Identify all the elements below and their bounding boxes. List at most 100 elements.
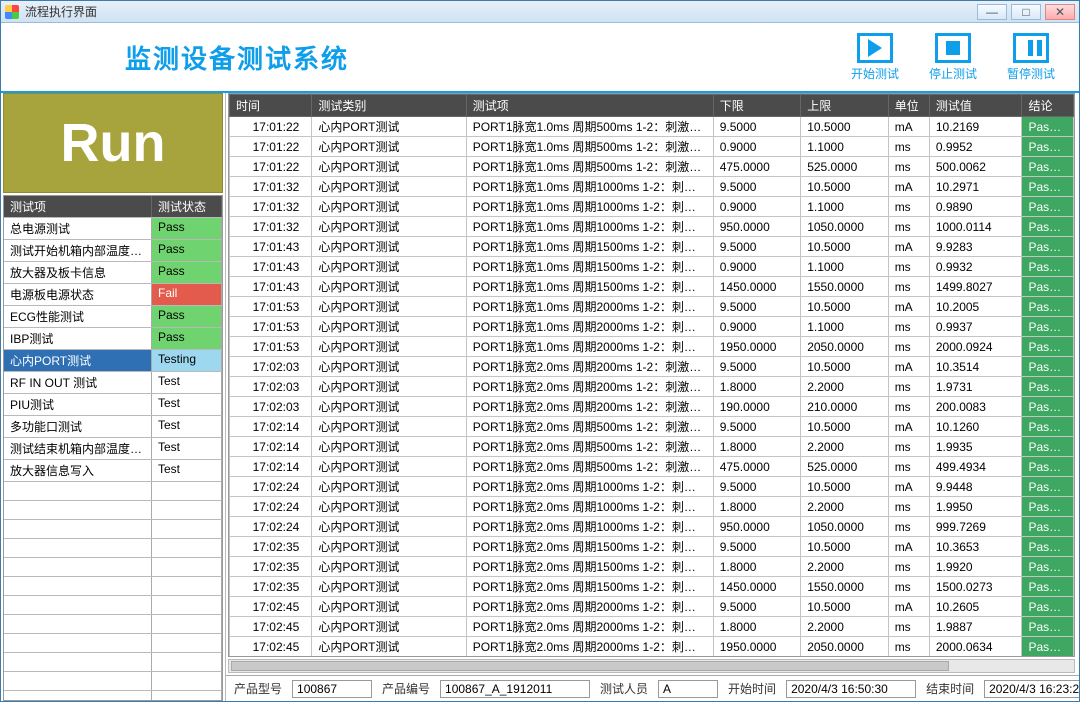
- result-row[interactable]: 17:02:24心内PORT测试PORT1脉宽2.0ms 周期1000ms 1-…: [230, 517, 1074, 537]
- test-plan-status: Test: [152, 372, 222, 393]
- stop-test-button[interactable]: 停止测试: [929, 33, 977, 82]
- col-up[interactable]: 上限: [801, 95, 888, 117]
- cell-unit: mA: [888, 357, 929, 377]
- test-plan-row[interactable]: IBP测试Pass: [4, 328, 222, 350]
- result-row[interactable]: 17:01:43心内PORT测试PORT1脉宽1.0ms 周期1500ms 1-…: [230, 277, 1074, 297]
- input-person[interactable]: [658, 680, 718, 698]
- cell-time: 17:02:03: [230, 377, 312, 397]
- cell-result: Passed: [1022, 197, 1074, 217]
- cell-low: 9.5000: [713, 597, 800, 617]
- result-row[interactable]: 17:01:32心内PORT测试PORT1脉宽1.0ms 周期1000ms 1-…: [230, 177, 1074, 197]
- col-low[interactable]: 下限: [713, 95, 800, 117]
- cell-time: 17:01:32: [230, 197, 312, 217]
- cell-val: 0.9952: [929, 137, 1022, 157]
- cell-time: 17:02:45: [230, 597, 312, 617]
- input-sn[interactable]: [440, 680, 590, 698]
- test-plan-name: 测试结束机箱内部温度信息: [4, 438, 152, 459]
- cell-low: 0.9000: [713, 317, 800, 337]
- test-plan-row[interactable]: 总电源测试Pass: [4, 218, 222, 240]
- cell-low: 9.5000: [713, 357, 800, 377]
- test-plan-table[interactable]: 测试项 测试状态 总电源测试Pass测试开始机箱内部温度信息Pass放大器及板卡…: [3, 195, 223, 701]
- cell-result: Passed: [1022, 257, 1074, 277]
- cell-val: 499.4934: [929, 457, 1022, 477]
- test-plan-row[interactable]: 放大器信息写入Test: [4, 460, 222, 482]
- result-row[interactable]: 17:01:53心内PORT测试PORT1脉宽1.0ms 周期2000ms 1-…: [230, 297, 1074, 317]
- result-row[interactable]: 17:02:35心内PORT测试PORT1脉宽2.0ms 周期1500ms 1-…: [230, 537, 1074, 557]
- cell-time: 17:01:22: [230, 157, 312, 177]
- test-plan-row[interactable]: PIU测试Test: [4, 394, 222, 416]
- result-row[interactable]: 17:02:45心内PORT测试PORT1脉宽2.0ms 周期2000ms 1-…: [230, 597, 1074, 617]
- col-res[interactable]: 结论: [1022, 95, 1074, 117]
- maximize-button[interactable]: □: [1011, 4, 1041, 20]
- result-row[interactable]: 17:01:22心内PORT测试PORT1脉宽1.0ms 周期500ms 1-2…: [230, 117, 1074, 137]
- cell-unit: ms: [888, 457, 929, 477]
- result-row[interactable]: 17:01:43心内PORT测试PORT1脉宽1.0ms 周期1500ms 1-…: [230, 237, 1074, 257]
- cell-low: 9.5000: [713, 177, 800, 197]
- test-plan-row[interactable]: 放大器及板卡信息Pass: [4, 262, 222, 284]
- result-row[interactable]: 17:01:32心内PORT测试PORT1脉宽1.0ms 周期1000ms 1-…: [230, 217, 1074, 237]
- cell-up: 525.0000: [801, 157, 888, 177]
- test-plan-row[interactable]: 测试结束机箱内部温度信息Test: [4, 438, 222, 460]
- result-row[interactable]: 17:02:14心内PORT测试PORT1脉宽2.0ms 周期500ms 1-2…: [230, 457, 1074, 477]
- result-header-row: 时间 测试类别 测试项 下限 上限 单位 测试值 结论: [230, 95, 1074, 117]
- result-row[interactable]: 17:02:56心内PORT测试Port1刺激CH2 2-3：刺激幅度9.500…: [230, 657, 1074, 658]
- result-row[interactable]: 17:02:03心内PORT测试PORT1脉宽2.0ms 周期200ms 1-2…: [230, 357, 1074, 377]
- result-row[interactable]: 17:02:45心内PORT测试PORT1脉宽2.0ms 周期2000ms 1-…: [230, 617, 1074, 637]
- result-row[interactable]: 17:02:45心内PORT测试PORT1脉宽2.0ms 周期2000ms 1-…: [230, 637, 1074, 657]
- result-row[interactable]: 17:02:03心内PORT测试PORT1脉宽2.0ms 周期200ms 1-2…: [230, 397, 1074, 417]
- result-table-wrap[interactable]: 时间 测试类别 测试项 下限 上限 单位 测试值 结论 17:01:22心内PO…: [228, 93, 1075, 657]
- cell-type: 心内PORT测试: [312, 637, 466, 657]
- input-start-time[interactable]: [786, 680, 916, 698]
- label-model: 产品型号: [234, 680, 282, 697]
- start-test-button[interactable]: 开始测试: [851, 33, 899, 82]
- col-item[interactable]: 测试项: [466, 95, 713, 117]
- result-row[interactable]: 17:02:03心内PORT测试PORT1脉宽2.0ms 周期200ms 1-2…: [230, 377, 1074, 397]
- result-row[interactable]: 17:01:32心内PORT测试PORT1脉宽1.0ms 周期1000ms 1-…: [230, 197, 1074, 217]
- cell-type: 心内PORT测试: [312, 597, 466, 617]
- test-plan-row[interactable]: 多功能口测试Test: [4, 416, 222, 438]
- result-row[interactable]: 17:02:35心内PORT测试PORT1脉宽2.0ms 周期1500ms 1-…: [230, 577, 1074, 597]
- result-row[interactable]: 17:02:35心内PORT测试PORT1脉宽2.0ms 周期1500ms 1-…: [230, 557, 1074, 577]
- titlebar[interactable]: 流程执行界面 — □ ✕: [1, 1, 1079, 23]
- col-type[interactable]: 测试类别: [312, 95, 466, 117]
- horizontal-scrollbar[interactable]: [228, 659, 1075, 673]
- scrollbar-thumb[interactable]: [231, 661, 949, 671]
- cell-up: 10.5000: [801, 357, 888, 377]
- close-button[interactable]: ✕: [1045, 4, 1075, 20]
- cell-item: PORT1脉宽1.0ms 周期1000ms 1-2：刺激幅度: [466, 177, 713, 197]
- main-panel: 时间 测试类别 测试项 下限 上限 单位 测试值 结论 17:01:22心内PO…: [226, 93, 1079, 701]
- result-row[interactable]: 17:01:22心内PORT测试PORT1脉宽1.0ms 周期500ms 1-2…: [230, 157, 1074, 177]
- result-row[interactable]: 17:01:53心内PORT测试PORT1脉宽1.0ms 周期2000ms 1-…: [230, 337, 1074, 357]
- input-end-time[interactable]: [984, 680, 1079, 698]
- cell-time: 17:02:14: [230, 417, 312, 437]
- result-row[interactable]: 17:02:24心内PORT测试PORT1脉宽2.0ms 周期1000ms 1-…: [230, 477, 1074, 497]
- result-row[interactable]: 17:02:14心内PORT测试PORT1脉宽2.0ms 周期500ms 1-2…: [230, 437, 1074, 457]
- cell-unit: ms: [888, 497, 929, 517]
- cell-time: 17:02:24: [230, 517, 312, 537]
- input-model[interactable]: [292, 680, 372, 698]
- cell-result: Passed: [1022, 277, 1074, 297]
- cell-item: PORT1脉宽2.0ms 周期2000ms 1-2：刺激周期: [466, 637, 713, 657]
- test-plan-row[interactable]: ECG性能测试Pass: [4, 306, 222, 328]
- result-row[interactable]: 17:02:24心内PORT测试PORT1脉宽2.0ms 周期1000ms 1-…: [230, 497, 1074, 517]
- cell-type: 心内PORT测试: [312, 297, 466, 317]
- cell-unit: mA: [888, 177, 929, 197]
- col-time[interactable]: 时间: [230, 95, 312, 117]
- pause-test-button[interactable]: 暂停测试: [1007, 33, 1055, 82]
- test-plan-row[interactable]: 心内PORT测试Testing: [4, 350, 222, 372]
- cell-val: 10.0666: [929, 657, 1022, 658]
- cell-time: 17:01:32: [230, 217, 312, 237]
- cell-type: 心内PORT测试: [312, 557, 466, 577]
- minimize-button[interactable]: —: [977, 4, 1007, 20]
- test-plan-row[interactable]: 电源板电源状态Fail: [4, 284, 222, 306]
- test-plan-row[interactable]: 测试开始机箱内部温度信息Pass: [4, 240, 222, 262]
- col-unit[interactable]: 单位: [888, 95, 929, 117]
- result-row[interactable]: 17:01:53心内PORT测试PORT1脉宽1.0ms 周期2000ms 1-…: [230, 317, 1074, 337]
- cell-result: Passed: [1022, 497, 1074, 517]
- result-row[interactable]: 17:01:43心内PORT测试PORT1脉宽1.0ms 周期1500ms 1-…: [230, 257, 1074, 277]
- result-row[interactable]: 17:02:14心内PORT测试PORT1脉宽2.0ms 周期500ms 1-2…: [230, 417, 1074, 437]
- cell-val: 10.2169: [929, 117, 1022, 137]
- result-row[interactable]: 17:01:22心内PORT测试PORT1脉宽1.0ms 周期500ms 1-2…: [230, 137, 1074, 157]
- col-val[interactable]: 测试值: [929, 95, 1022, 117]
- test-plan-row[interactable]: RF IN OUT 测试Test: [4, 372, 222, 394]
